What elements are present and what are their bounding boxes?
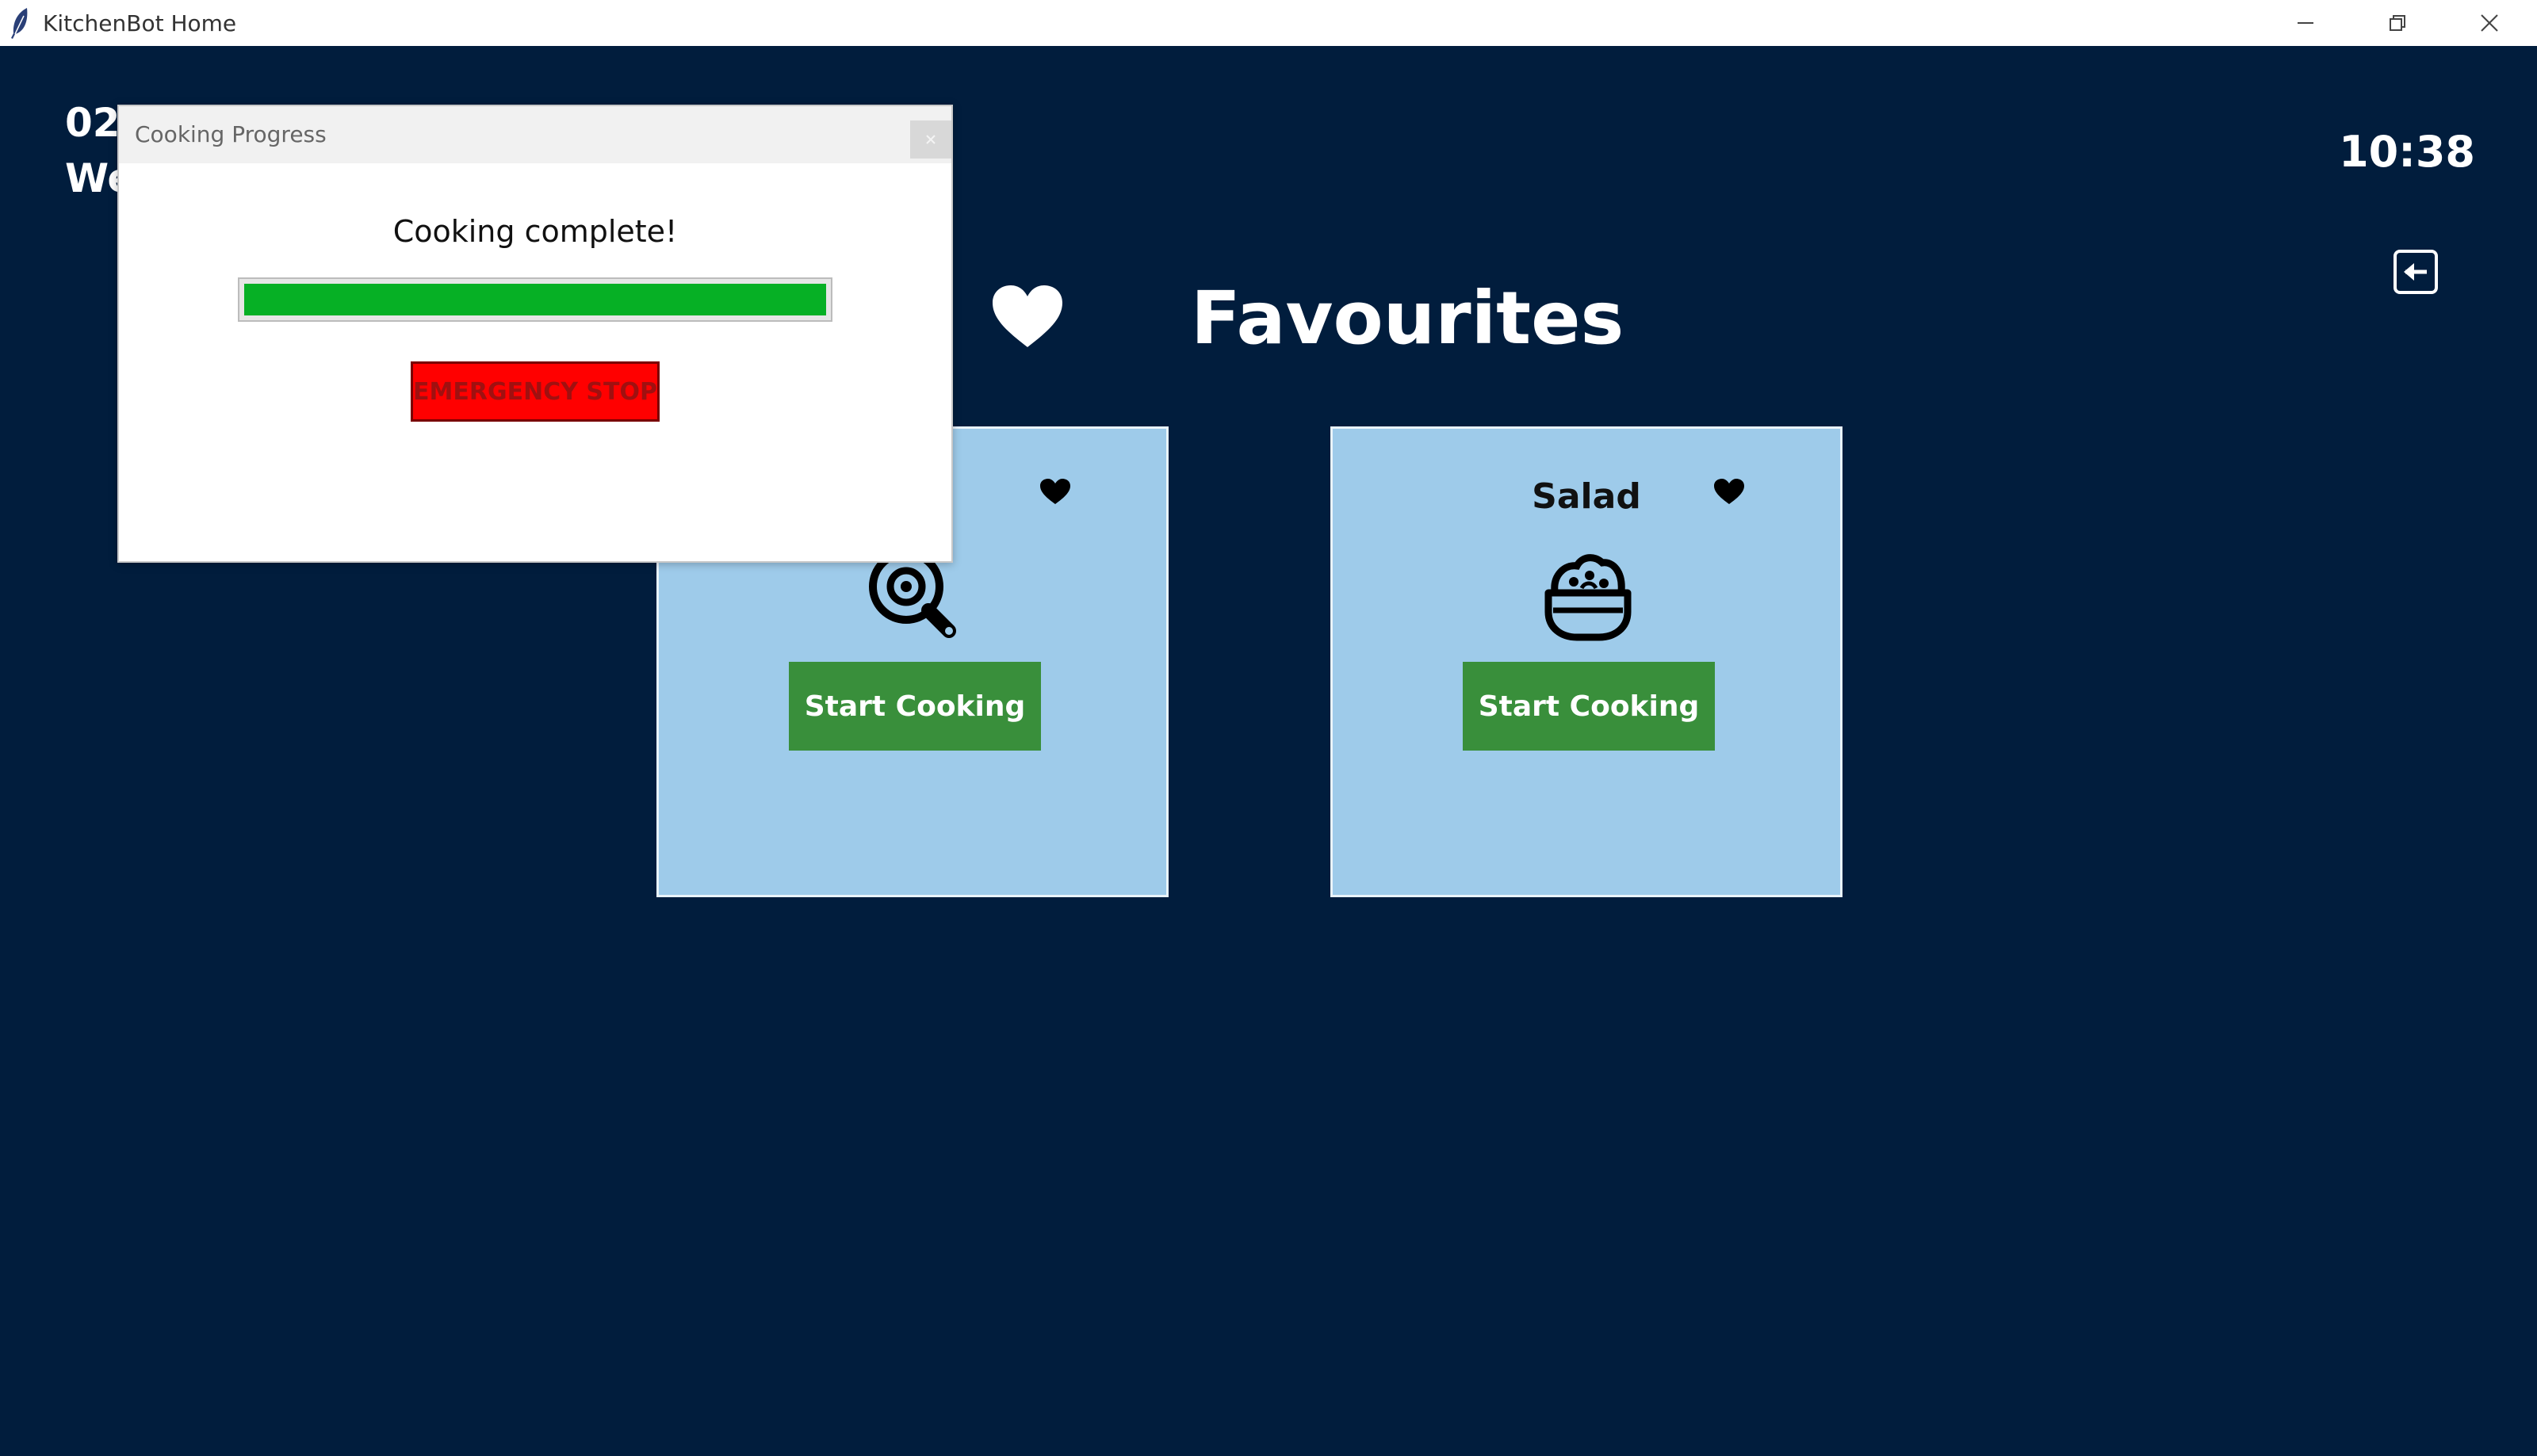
favourite-heart-icon[interactable] — [1713, 478, 1745, 505]
clock-label: 10:38 — [2339, 127, 2475, 177]
close-icon — [2481, 14, 2498, 32]
minimize-button[interactable] — [2260, 0, 2351, 46]
close-icon — [926, 135, 936, 144]
feather-icon — [11, 8, 28, 39]
emergency-stop-button[interactable]: EMERGENCY STOP — [411, 361, 660, 422]
start-cooking-button[interactable]: Start Cooking — [1463, 662, 1715, 751]
start-cooking-button[interactable]: Start Cooking — [789, 662, 1041, 751]
cooking-progress-dialog: Cooking Progress Cooking complete! EMERG… — [117, 105, 953, 563]
cooking-progress-bar — [238, 277, 832, 322]
salad-bowl-icon — [1544, 554, 1632, 641]
back-button[interactable] — [2393, 249, 2439, 295]
recipe-card: Salad Start Cooking — [1330, 426, 1842, 897]
progress-fill — [244, 284, 826, 315]
dialog-title: Cooking Progress — [135, 121, 327, 147]
page-title: Favourites — [1191, 276, 1624, 361]
window-title: KitchenBot Home — [43, 10, 237, 36]
restore-icon — [2390, 15, 2405, 31]
cooking-status-text: Cooking complete! — [392, 214, 678, 249]
favourite-heart-icon[interactable] — [1039, 478, 1071, 505]
close-window-button[interactable] — [2443, 0, 2535, 46]
dialog-titlebar[interactable]: Cooking Progress — [119, 106, 951, 163]
minimize-icon — [2298, 22, 2313, 24]
heart-icon — [993, 285, 1062, 347]
window-titlebar: KitchenBot Home — [0, 0, 2537, 47]
dialog-close-button[interactable] — [910, 120, 951, 159]
recipe-name: Salad — [1532, 476, 1641, 517]
back-arrow-icon — [2394, 250, 2438, 294]
restore-button[interactable] — [2351, 0, 2443, 46]
